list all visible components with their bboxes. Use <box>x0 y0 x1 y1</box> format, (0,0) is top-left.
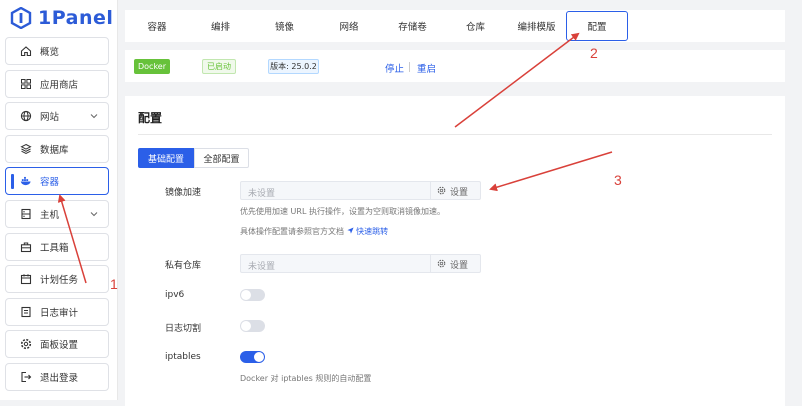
logout-icon <box>20 371 32 383</box>
mirror-hint: 优先使用加速 URL 执行操作，设置为空则取消镜像加速。 <box>240 207 445 216</box>
full-config-button[interactable]: 全部配置 <box>194 148 249 168</box>
log-rotate-toggle[interactable] <box>240 320 265 332</box>
log-rotate-label: 日志切割 <box>165 324 202 334</box>
iptables-toggle[interactable] <box>240 351 265 363</box>
restart-link[interactable]: 重启 <box>417 61 436 75</box>
config-card: 配置 基础配置 全部配置 镜像加速 未设置 设置 优先使用加速 URL 执行操作… <box>125 96 785 406</box>
sidebar-item-label: 日志审计 <box>40 307 79 319</box>
sidebar-item-database[interactable]: 数据库 <box>5 134 109 163</box>
sidebar-item-websites[interactable]: 网站 <box>5 102 109 131</box>
mirror-placeholder: 未设置 <box>248 189 276 199</box>
sidebar-item-cron[interactable]: 计划任务 <box>5 265 109 294</box>
tab-images[interactable]: 镜像 <box>252 11 317 41</box>
link-divider <box>409 62 410 72</box>
app-title: 1Panel <box>38 7 114 29</box>
annotation-3: 3 <box>614 172 622 188</box>
app-logo[interactable]: 1Panel <box>10 6 113 30</box>
tab-compose[interactable]: 编排 <box>189 11 252 41</box>
docker-status-bar: Docker 已启动 版本: 25.0.2 停止 重启 <box>125 50 785 82</box>
page-title: 配置 <box>138 111 163 125</box>
registry-label: 私有仓库 <box>165 261 202 271</box>
gear-icon <box>437 259 446 271</box>
sidebar-item-audit-log[interactable]: 日志审计 <box>5 297 109 326</box>
toolbox-icon <box>20 241 32 253</box>
sidebar-item-label: 数据库 <box>40 144 69 156</box>
sidebar-item-label: 容器 <box>40 177 60 189</box>
chevron-down-icon <box>90 210 98 218</box>
sidebar-item-label: 面板设置 <box>40 340 79 352</box>
divider <box>138 134 772 135</box>
docker-icon <box>20 175 32 187</box>
tab-volumes[interactable]: 存储卷 <box>381 11 444 41</box>
send-icon <box>346 227 354 236</box>
globe-icon <box>20 110 32 122</box>
registry-input[interactable]: 未设置 设置 <box>240 254 481 273</box>
version-badge: 版本: 25.0.2 <box>268 59 319 74</box>
registry-placeholder: 未设置 <box>248 262 276 272</box>
status-badge: 已启动 <box>202 59 236 74</box>
apps-grid-icon <box>20 78 32 90</box>
tab-repositories[interactable]: 仓库 <box>444 11 507 41</box>
input-divider <box>430 255 431 272</box>
gear-icon <box>20 338 32 350</box>
iptables-label: iptables <box>165 352 201 362</box>
sidebar-item-label: 计划任务 <box>40 275 79 287</box>
toggle-knob <box>254 352 264 362</box>
container-tabs: 容器 编排 镜像 网络 存储卷 仓库 编排模版 配置 <box>125 10 785 42</box>
iptables-hint: Docker 对 iptables 规则的自动配置 <box>240 374 372 383</box>
sidebar-item-label: 概览 <box>40 47 60 58</box>
log-icon <box>20 306 32 318</box>
quick-jump-label: 快速跳转 <box>356 227 389 236</box>
sidebar-item-label: 应用商店 <box>40 79 79 91</box>
tab-config[interactable]: 配置 <box>566 11 628 41</box>
home-icon <box>20 45 32 57</box>
mirror-label: 镜像加速 <box>165 188 202 198</box>
mirror-input[interactable]: 未设置 设置 <box>240 181 481 200</box>
annotation-1: 1 <box>110 276 118 292</box>
gear-icon <box>437 186 446 198</box>
sidebar-item-label: 工具箱 <box>40 242 69 254</box>
app-badge: Docker <box>134 59 170 74</box>
tab-containers[interactable]: 容器 <box>125 11 189 41</box>
tab-networks[interactable]: 网络 <box>317 11 381 41</box>
sidebar-item-overview[interactable]: 概览 <box>5 37 109 65</box>
basic-config-button[interactable]: 基础配置 <box>138 148 194 168</box>
sidebar: 1Panel 概览 应用商店 网站 数据库 容器 主机 工具箱 计划任务 日志审… <box>0 0 118 400</box>
database-icon <box>20 143 32 155</box>
setting-label: 设置 <box>450 261 469 271</box>
toggle-knob <box>241 321 251 331</box>
1panel-logo-icon <box>10 7 32 29</box>
docs-hint-text: 具体操作配置请参照官方文档 <box>240 227 344 236</box>
server-icon <box>20 208 32 220</box>
docs-hint: 具体操作配置请参照官方文档 快速跳转 <box>240 226 388 237</box>
registry-setting-button[interactable]: 设置 <box>437 258 468 271</box>
stop-link[interactable]: 停止 <box>385 61 404 75</box>
mirror-setting-button[interactable]: 设置 <box>437 185 468 198</box>
ipv6-toggle[interactable] <box>240 289 265 301</box>
tab-compose-templates[interactable]: 编排模版 <box>507 11 566 41</box>
toggle-knob <box>241 290 251 300</box>
sidebar-item-containers[interactable]: 容器 <box>5 167 109 196</box>
setting-label: 设置 <box>450 188 469 198</box>
sidebar-menu: 概览 应用商店 网站 数据库 容器 主机 工具箱 计划任务 日志审计 面板设置 … <box>5 37 109 396</box>
sidebar-item-logout[interactable]: 退出登录 <box>5 362 109 391</box>
sidebar-item-toolbox[interactable]: 工具箱 <box>5 232 109 261</box>
ipv6-label: ipv6 <box>165 290 185 300</box>
calendar-icon <box>20 273 32 285</box>
input-divider <box>430 182 431 199</box>
chevron-down-icon <box>90 112 98 120</box>
quick-jump-link[interactable]: 快速跳转 <box>346 227 389 236</box>
annotation-2: 2 <box>590 45 598 61</box>
sidebar-item-label: 主机 <box>40 209 60 221</box>
sidebar-item-host[interactable]: 主机 <box>5 199 109 228</box>
sidebar-item-app-store[interactable]: 应用商店 <box>5 69 109 98</box>
sidebar-item-panel-settings[interactable]: 面板设置 <box>5 330 109 359</box>
sidebar-item-label: 退出登录 <box>40 372 79 384</box>
sidebar-item-label: 网站 <box>40 112 60 124</box>
